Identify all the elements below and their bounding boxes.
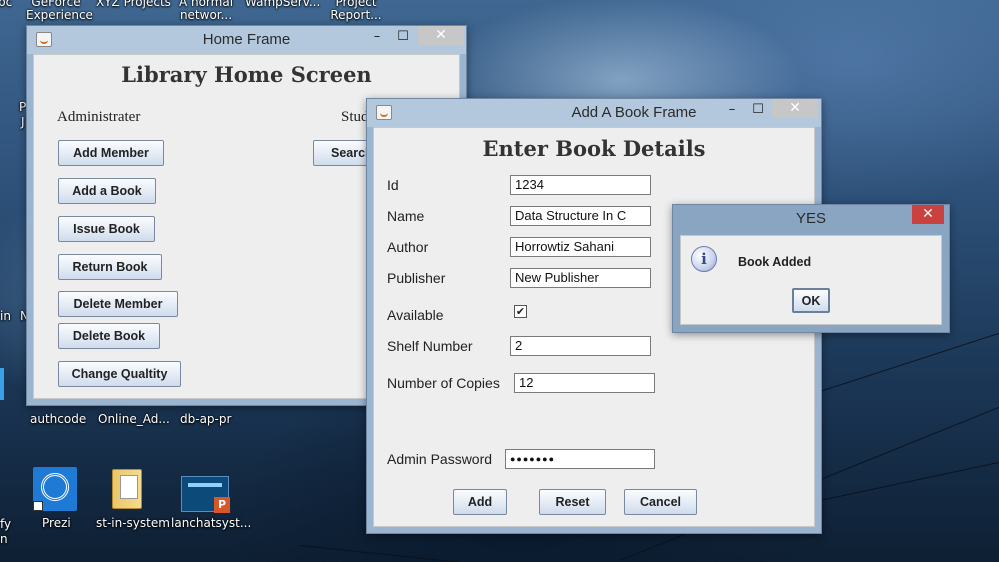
desktop-icon-label[interactable]: J xyxy=(21,116,25,129)
desktop-icon-label: Project Report... xyxy=(330,0,382,22)
desktop-icon-label: GeForce Experience xyxy=(26,0,93,22)
form-title: Enter Book Details xyxy=(482,136,706,161)
available-checkbox[interactable]: ✔ xyxy=(514,305,527,318)
message-dialog: YES ✕ i Book Added OK xyxy=(672,204,950,333)
power-line xyxy=(299,545,599,562)
dialog-title: YES xyxy=(795,210,826,227)
desktop-icon-label[interactable]: WampServ... xyxy=(245,0,320,9)
student-section-label: Stud xyxy=(341,109,369,125)
add-member-button[interactable]: Add Member xyxy=(58,140,164,166)
name-label: Name xyxy=(387,208,425,224)
close-icon[interactable]: ✕ xyxy=(772,99,818,118)
desktop-icon-label: A normal networ... xyxy=(178,0,234,22)
minimize-icon[interactable]: – xyxy=(367,28,387,46)
desktop-icon-label[interactable]: n xyxy=(0,533,8,546)
desktop-icon-geforce[interactable]: GeForce Experience xyxy=(26,0,93,22)
dialog-titlebar[interactable]: YES ✕ xyxy=(673,205,949,233)
prezi-icon[interactable] xyxy=(33,467,77,511)
page-title: Library Home Screen xyxy=(121,62,372,87)
desktop-icon-project-report[interactable]: Project Report... xyxy=(330,0,382,22)
reset-button[interactable]: Reset xyxy=(539,489,606,515)
number-of-copies-field[interactable]: 12 xyxy=(514,373,655,393)
dialog-message: Book Added xyxy=(738,255,812,269)
publisher-field[interactable]: New Publisher xyxy=(510,268,651,288)
desktop-icon-label[interactable]: st-in-system xyxy=(96,517,170,530)
cancel-button[interactable]: Cancel xyxy=(624,489,697,515)
desktop-icon-label[interactable]: db-ap-pr xyxy=(180,413,231,426)
info-icon: i xyxy=(691,246,717,272)
desktop-icon-label[interactable]: Online_Ad... xyxy=(98,413,170,426)
admin-section-label: Administrater xyxy=(57,109,141,125)
issue-book-button[interactable]: Issue Book xyxy=(58,216,155,242)
number-of-copies-label: Number of Copies xyxy=(387,375,500,391)
delete-member-button[interactable]: Delete Member xyxy=(58,291,178,317)
desktop-icon-label[interactable]: lanchatsyst... xyxy=(171,517,251,530)
ok-button[interactable]: OK xyxy=(792,288,830,313)
publisher-label: Publisher xyxy=(387,270,446,286)
change-quantity-button[interactable]: Change Qualtity xyxy=(58,361,181,387)
close-icon[interactable]: ✕ xyxy=(418,26,464,45)
folder-icon[interactable] xyxy=(108,465,148,509)
add-book-button[interactable]: Add a Book xyxy=(58,178,156,204)
minimize-icon[interactable]: – xyxy=(722,101,742,119)
admin-password-label: Admin Password xyxy=(387,451,493,467)
shelf-number-field[interactable]: 2 xyxy=(510,336,651,356)
power-line xyxy=(819,458,999,501)
name-field[interactable]: Data Structure In C xyxy=(510,206,651,226)
desktop-icon-label[interactable]: authcode xyxy=(30,413,86,426)
author-label: Author xyxy=(387,239,429,255)
dialog-content: i Book Added OK xyxy=(680,235,942,325)
desktop-icon-label[interactable]: fy xyxy=(0,518,11,531)
maximize-icon[interactable]: ☐ xyxy=(393,28,413,46)
java-app-icon xyxy=(376,105,392,120)
desktop-icon-label[interactable]: in xyxy=(0,310,11,323)
delete-book-button[interactable]: Delete Book xyxy=(58,323,160,349)
info-glyph: i xyxy=(701,250,707,268)
id-field[interactable]: 1234 xyxy=(510,175,651,195)
desktop-icon-normal-network[interactable]: A normal networ... xyxy=(178,0,234,22)
maximize-icon[interactable]: ☐ xyxy=(748,101,768,119)
shelf-number-label: Shelf Number xyxy=(387,338,473,354)
admin-password-field[interactable]: ●●●●●●● xyxy=(505,449,655,469)
id-label: Id xyxy=(387,177,399,193)
lanchat-app-icon[interactable]: P xyxy=(181,476,230,513)
desktop-icon-label[interactable]: XYZ Projects xyxy=(96,0,171,9)
desktop-icon-label[interactable]: bc xyxy=(0,0,12,9)
home-frame-titlebar[interactable]: Home Frame – ☐ ✕ xyxy=(27,26,466,54)
add-button[interactable]: Add xyxy=(453,489,507,515)
close-icon[interactable]: ✕ xyxy=(912,205,944,224)
return-book-button[interactable]: Return Book xyxy=(58,254,162,280)
author-field[interactable]: Horrowtiz Sahani xyxy=(510,237,651,257)
available-label: Available xyxy=(387,307,444,323)
desktop-icon-label[interactable]: Prezi xyxy=(42,517,71,530)
desktop-icon-partial[interactable] xyxy=(0,368,4,400)
add-book-frame-titlebar[interactable]: Add A Book Frame – ☐ ✕ xyxy=(367,99,821,127)
